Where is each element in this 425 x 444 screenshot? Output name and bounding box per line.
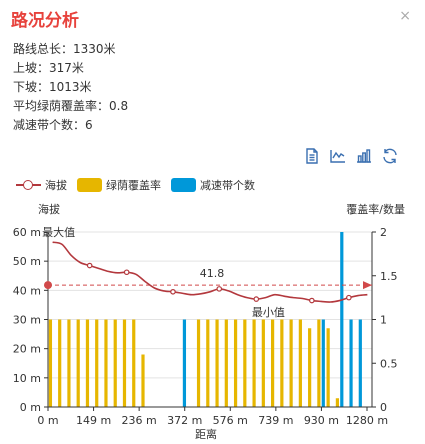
bar-green-cover — [104, 319, 108, 407]
y-left-tick-label: 60 m — [13, 226, 41, 239]
bar-green-cover — [141, 354, 145, 407]
bar-green-cover — [280, 319, 284, 407]
x-axis-title: 距离 — [195, 427, 217, 441]
bar-green-cover — [252, 319, 256, 407]
x-tick-label: 739 m — [258, 414, 293, 427]
bar-green-cover — [233, 319, 238, 407]
legend-item-green-cover[interactable]: 绿荫覆盖率 — [77, 177, 161, 193]
line-chart-icon[interactable] — [329, 147, 347, 165]
stat-uphill: 上坡：317米 — [13, 61, 84, 75]
y-axis-left-title: 海拔 — [38, 202, 60, 216]
legend-swatch-green-cover — [77, 178, 102, 192]
bar-green-cover — [317, 319, 321, 407]
bar-green-cover — [113, 319, 117, 407]
bar-green-cover — [215, 319, 219, 407]
x-tick-label: 236 m — [122, 414, 157, 427]
bar-speed-bump — [358, 319, 362, 407]
bar-speed-bump — [182, 319, 187, 407]
y-left-tick-label: 50 m — [13, 255, 41, 268]
x-tick-label: 0 m — [37, 414, 58, 427]
y-left-tick-label: 20 m — [13, 343, 41, 356]
x-tick-label: 1280 m — [346, 414, 388, 427]
chart-toolbox — [303, 147, 399, 165]
y-right-tick-label: 0.5 — [380, 357, 398, 370]
legend-line-marker — [16, 178, 41, 192]
x-tick-label: 576 m — [213, 414, 248, 427]
elevation-point — [216, 286, 223, 292]
bar-speed-bump — [340, 232, 344, 407]
x-tick-label: 372 m — [167, 414, 202, 427]
bar-chart-icon[interactable] — [355, 147, 373, 165]
bar-speed-bump — [321, 319, 325, 407]
data-view-icon[interactable] — [303, 147, 321, 165]
bar-green-cover — [58, 319, 62, 407]
bar-green-cover — [326, 328, 330, 407]
x-tick-label: 149 m — [76, 414, 111, 427]
bar-green-cover — [48, 319, 53, 407]
bar-green-cover — [206, 319, 210, 407]
max-value-label: 最大值 — [42, 225, 75, 239]
bar-speed-bump — [349, 319, 353, 407]
elevation-point — [123, 269, 130, 276]
elevation-point — [86, 262, 93, 269]
bar-green-cover — [95, 319, 99, 407]
bar-green-cover — [271, 319, 275, 407]
stat-green-cover: 平均绿荫覆盖率：0.8 — [13, 99, 129, 113]
y-left-tick-label: 30 m — [13, 314, 41, 327]
stat-downhill: 下坡：1013米 — [13, 80, 92, 94]
bar-green-cover — [122, 319, 127, 407]
bar-green-cover — [308, 328, 312, 407]
bar-green-cover — [298, 319, 302, 407]
bar-green-cover — [335, 398, 339, 407]
markline-label: 41.8 — [200, 267, 225, 280]
bar-green-cover — [289, 319, 293, 407]
close-icon[interactable]: × — [399, 9, 411, 23]
y-right-tick-label: 1 — [380, 314, 387, 327]
panel-title: 路况分析 — [11, 11, 79, 31]
y-left-tick-label: 10 m — [13, 372, 41, 385]
legend-label-green-cover: 绿荫覆盖率 — [106, 179, 161, 192]
elevation-point — [309, 297, 315, 304]
markline-arrow — [363, 281, 372, 290]
bar-green-cover — [224, 319, 228, 407]
legend-item-speed-bumps[interactable]: 减速带个数 — [171, 177, 255, 193]
y-right-tick-label: 0 — [380, 401, 387, 414]
y-axis-right-title: 覆盖率/数量 — [346, 202, 405, 216]
elevation-point — [346, 294, 352, 301]
y-right-tick-label: 1.5 — [380, 270, 398, 283]
stat-total-length: 路线总长：1330米 — [13, 42, 116, 56]
refresh-icon[interactable] — [381, 147, 399, 165]
legend-label-elevation: 海拔 — [45, 179, 67, 192]
min-value-label: 最小值 — [252, 306, 285, 319]
stat-speed-bumps: 减速带个数：6 — [13, 118, 93, 132]
bar-green-cover — [67, 319, 71, 407]
bar-green-cover — [132, 319, 136, 407]
bar-green-cover — [76, 319, 80, 407]
bar-green-cover — [261, 319, 265, 407]
elevation-point — [253, 296, 260, 302]
y-right-tick-label: 2 — [380, 226, 387, 239]
x-tick-label: 930 m — [304, 414, 339, 427]
bar-green-cover — [196, 319, 201, 407]
chart-legend: 海拔 绿荫覆盖率 减速带个数 — [16, 177, 265, 193]
y-left-tick-label: 40 m — [13, 284, 41, 297]
bar-green-cover — [243, 319, 247, 407]
y-left-tick-label: 0 m — [20, 401, 41, 414]
legend-label-speed-bumps: 减速带个数 — [200, 179, 255, 192]
elevation-chart: 海拔 覆盖率/数量0 m10 m20 m30 m40 m50 m60 m00.51… — [13, 202, 405, 441]
bar-green-cover — [85, 319, 90, 407]
route-stats: 路线总长：1330米 上坡：317米 下坡：1013米 平均绿荫覆盖率：0.8 … — [13, 40, 128, 135]
legend-item-elevation[interactable]: 海拔 — [16, 177, 67, 193]
legend-swatch-speed-bumps — [171, 178, 196, 192]
markline-start-dot — [44, 281, 52, 290]
elevation-point — [170, 288, 176, 295]
